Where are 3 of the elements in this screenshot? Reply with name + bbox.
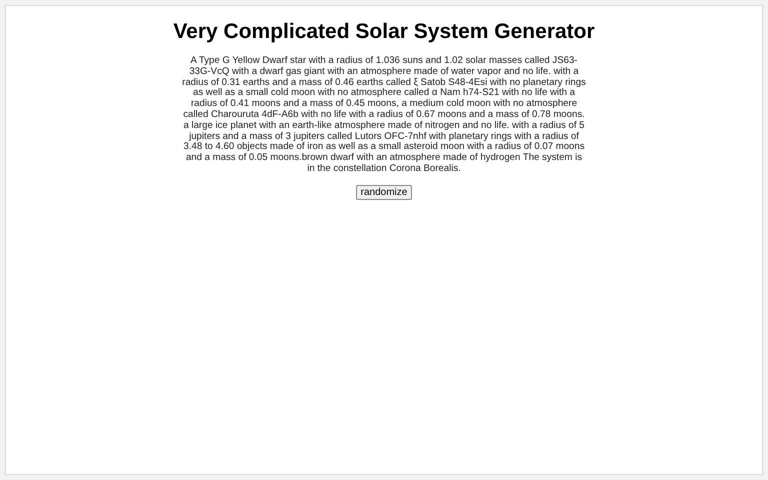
randomize-button[interactable]: randomize [356, 184, 412, 200]
page-title: Very Complicated Solar System Generator [173, 20, 595, 44]
system-description: A Type G Yellow Dwarf star with a radius of 1.036 suns and 1.02 solar masses called JS63-33G-VcQ with a dwarf gas giant with an atmosphere made of water vapor and no life. with a radius of 0.31 earths and a mass of 0.46 earths called ξ Satob S48-4Esi with no planetary rings as well as a small cold moon with no atmosphere called α Nam h74-S21 with no life with a radius of 0.41 moons and a mass of 0.45 moons, a medium cold moon with no atmosphere called Charouruta 4dF-A6b with no life with a radius of 0.67 moons and a mass of 0.78 moons. a large ice planet with an earth-like atmosphere made of nitrogen and no life. with a radius of 5 jupiters and a mass of 3 jupiters called Lutors OFC-7nhf with planetary rings with a radius of 3.48 to 4.60 objects made of iron as well as a small asteroid moon with a radius of 0.07 moons and a mass of 0.05 moons.brown dwarf with an atmosphere made of hydrogen The system is in the constellation Corona Borealis. [182, 56, 586, 175]
